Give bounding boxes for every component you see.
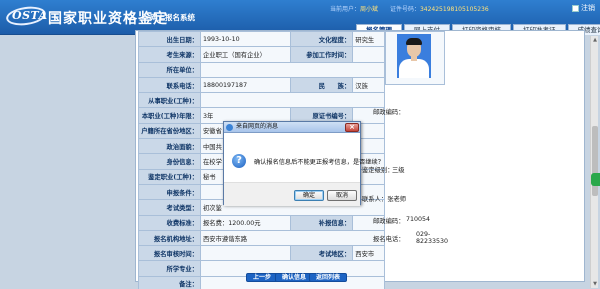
field-label: 文化程度： xyxy=(290,30,354,48)
applicant-photo xyxy=(397,34,431,78)
field-label: 参加工作时间： xyxy=(290,46,354,63)
user-info: 当前用户：周小斌 证件号码：342425198105105236 xyxy=(330,4,499,13)
user-value: 周小斌 xyxy=(360,6,379,13)
field-label: 备注： xyxy=(138,275,201,289)
dialog-body: ? 确认报名信息后不能更正报考信息，是否继续？ 确定 取消 xyxy=(224,133,384,206)
postcode2-label: 邮政编码： xyxy=(373,218,405,225)
education-value: 研究生 xyxy=(352,30,385,48)
photo-hair xyxy=(406,38,422,45)
unit-value xyxy=(200,61,385,78)
photo-shirt xyxy=(399,59,429,78)
ethnicity-value: 汉族 xyxy=(352,76,385,94)
field-label: 补报信息： xyxy=(290,214,354,231)
field-label: 考试类型： xyxy=(138,199,201,216)
exam-area-value: 西安市 xyxy=(352,245,385,262)
scroll-up-icon[interactable]: ▲ xyxy=(591,36,599,44)
work-start-value xyxy=(352,46,385,63)
osta-logo: OSTA xyxy=(4,4,48,28)
field-label: 出生日期： xyxy=(138,30,201,48)
user-label: 当前用户： xyxy=(330,6,361,13)
confirm-dialog: 来自网页的消息 × ? 确认报名信息后不能更正报考信息，是否继续？ 确定 取消 xyxy=(223,121,384,206)
cancel-button[interactable]: 取消 xyxy=(327,190,357,201)
prev-step-button[interactable]: 上一步 xyxy=(246,273,279,282)
level-value: 三级 xyxy=(392,167,405,174)
dialog-title: 来自网页的消息 xyxy=(236,123,279,130)
field-label: 收费标准： xyxy=(138,214,201,231)
field-label: 身份信息： xyxy=(138,153,201,170)
site-subtitle: 网上报名系统 xyxy=(150,13,195,22)
confirm-info-button[interactable]: 确认信息 xyxy=(275,273,314,282)
field-label: 所学专业： xyxy=(138,260,201,277)
review-time-value xyxy=(199,245,292,262)
postcode2-value: 710054 xyxy=(406,216,431,223)
fee-value: 报名费：1200.00元 xyxy=(199,214,292,231)
source-value: 企业职工（国有企业） xyxy=(199,46,292,63)
field-label: 鉴定职业(工种)： xyxy=(138,168,201,185)
scroll-down-icon[interactable]: ▼ xyxy=(591,280,599,288)
browser-icon xyxy=(226,124,233,131)
back-to-list-button[interactable]: 返回列表 xyxy=(309,273,348,282)
agency-value: 西安市遵谐东路 xyxy=(200,229,385,247)
field-label: 报名机构地址： xyxy=(138,229,201,247)
logo-text: OSTA xyxy=(12,9,48,22)
birth-date-value: 1993-10-10 xyxy=(199,30,292,48)
field-label: 民 族： xyxy=(290,76,354,94)
question-icon: ? xyxy=(232,154,246,168)
field-label: 联系电话： xyxy=(138,76,201,94)
cert-label: 证件号码： xyxy=(389,6,420,13)
field-label: 申报条件： xyxy=(138,183,201,201)
contact-person: 联系人：张老师 xyxy=(362,196,407,203)
field-label: 所在单位： xyxy=(138,61,201,78)
logout-button[interactable]: 注销 xyxy=(572,3,595,13)
dialog-message: 确认报名信息后不能更正报考信息，是否继续？ xyxy=(254,159,384,166)
occupation-value xyxy=(200,92,385,109)
reg-phone-value: 029-82233530 xyxy=(416,231,449,245)
level-label: 鉴定级别： xyxy=(362,167,394,174)
postcode-label: 邮政编码： xyxy=(373,109,405,116)
phone-value: 18800197187 xyxy=(199,76,292,94)
cert-value: 342425198105105236 xyxy=(419,6,489,13)
field-label: 考生来源： xyxy=(138,46,201,63)
close-button[interactable]: × xyxy=(345,123,359,132)
page-scrollbar[interactable]: ▲ ▼ xyxy=(590,36,598,288)
field-label: 考试地区： xyxy=(290,245,354,262)
logout-icon xyxy=(572,4,579,12)
field-label: 报名审核时间： xyxy=(138,245,201,262)
dialog-footer: 确定 取消 xyxy=(224,182,360,206)
field-label: 本职业(工种)年限： xyxy=(138,107,201,124)
logout-label: 注销 xyxy=(581,4,595,12)
reg-phone-label: 报名电话： xyxy=(373,236,405,243)
side-float-badge[interactable] xyxy=(591,173,600,186)
dialog-titlebar: 来自网页的消息 × xyxy=(224,122,360,133)
field-label: 从事职业(工种)： xyxy=(138,92,201,109)
field-label: 户籍所在省份地区： xyxy=(138,122,201,140)
ok-button[interactable]: 确定 xyxy=(294,190,324,201)
field-label: 政治面貌： xyxy=(138,138,201,155)
